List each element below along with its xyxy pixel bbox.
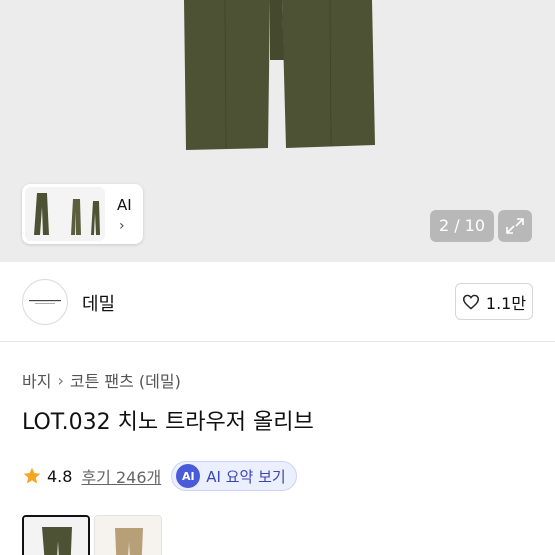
ai-summary-button[interactable]: AI AI 요약 보기: [171, 461, 297, 491]
pants-thumbnail-image: [25, 187, 105, 241]
heart-icon: [462, 294, 479, 310]
expand-button[interactable]: [498, 210, 532, 242]
image-page-counter: 2 / 10: [430, 210, 494, 242]
expand-icon: [506, 218, 524, 234]
breadcrumb: 바지 › 코튼 팬츠 (데밀): [22, 368, 181, 392]
rating-row: 4.8 후기 246개 AI AI 요약 보기: [22, 461, 297, 491]
review-count-link[interactable]: 후기 246개: [81, 464, 161, 488]
ai-styling-thumbnail[interactable]: AI ›: [22, 184, 143, 244]
product-title: LOT.032 치노 트라우저 올리브: [22, 410, 314, 435]
rating-value: 4.8: [47, 466, 73, 486]
color-option-khaki[interactable]: [94, 515, 162, 555]
khaki-pants-image: [95, 516, 161, 555]
breadcrumb-subcategory[interactable]: 코튼 팬츠 (데밀): [70, 368, 181, 392]
seller-logo: [29, 300, 61, 304]
like-button[interactable]: 1.1만: [455, 283, 533, 320]
star-icon: [23, 467, 41, 484]
chevron-right-icon: ›: [119, 218, 125, 234]
seller-avatar[interactable]: [22, 279, 68, 325]
seller-row[interactable]: 데밀 1.1만: [0, 262, 555, 342]
product-image-gallery[interactable]: AI › 2 / 10: [0, 0, 555, 262]
ai-label: AI: [117, 196, 132, 214]
color-option-olive[interactable]: [22, 515, 90, 555]
ai-badge-icon: AI: [176, 464, 201, 488]
chevron-right-icon: ›: [57, 370, 64, 390]
seller-name[interactable]: 데밀: [82, 290, 115, 316]
olive-pants-image: [24, 517, 88, 555]
ai-summary-label: AI 요약 보기: [206, 467, 286, 486]
breadcrumb-category[interactable]: 바지: [22, 368, 51, 392]
like-count: 1.1만: [485, 293, 527, 313]
